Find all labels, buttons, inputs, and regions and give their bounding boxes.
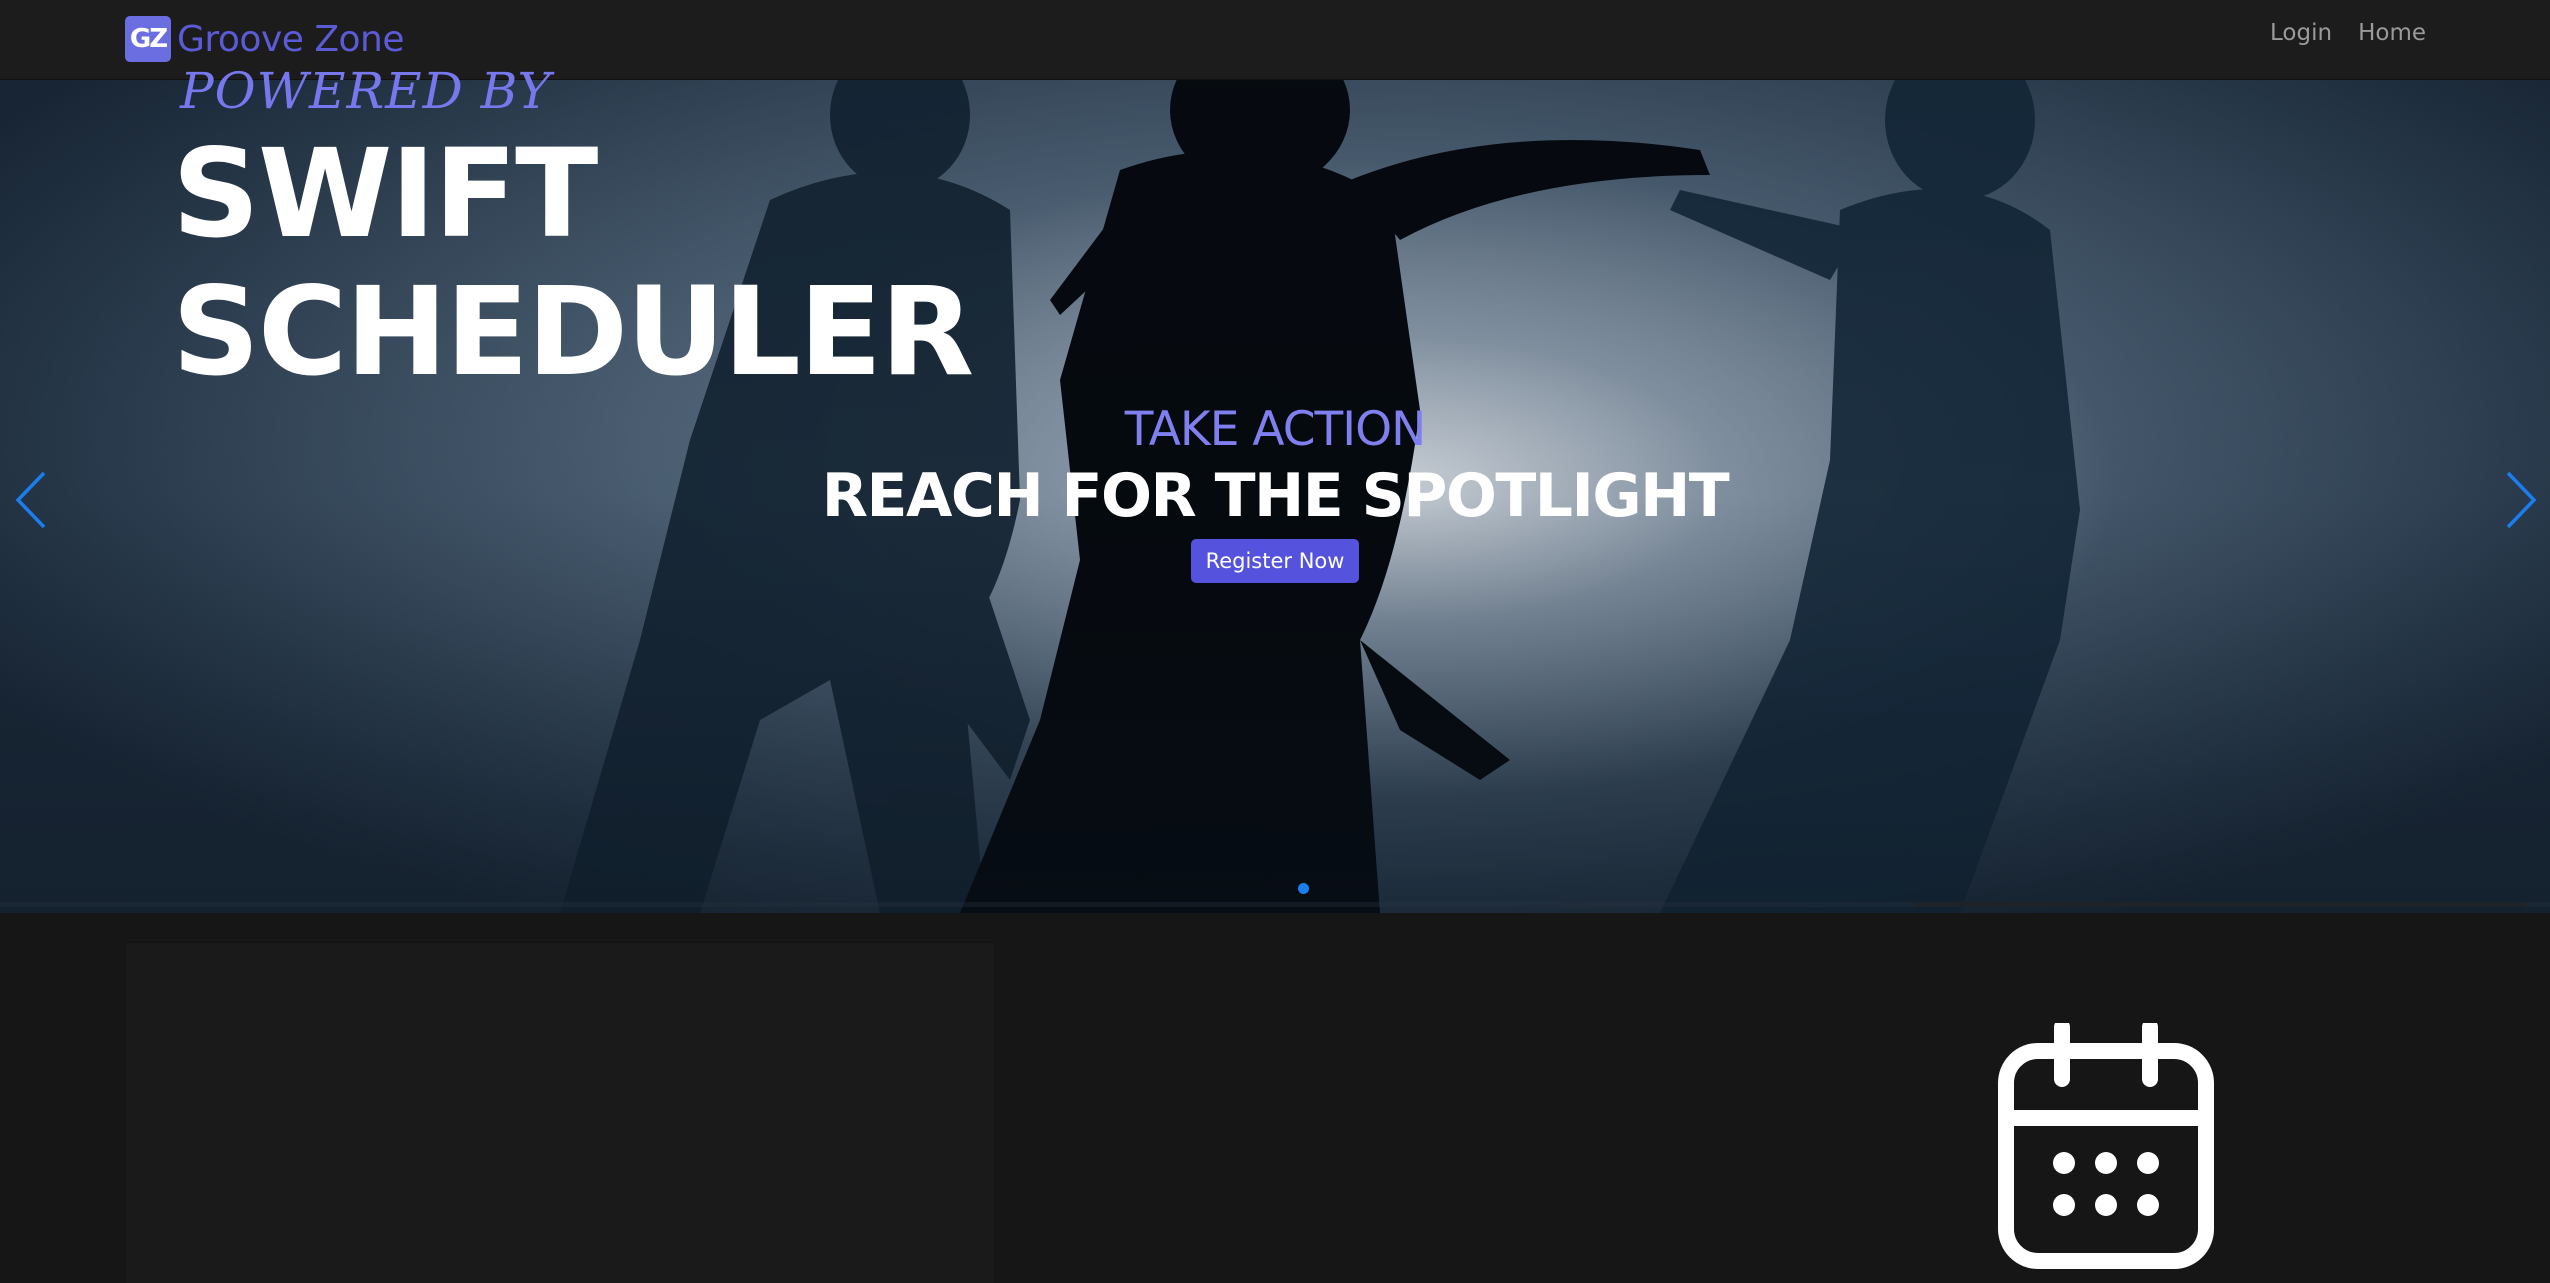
slide-progress-bar — [1915, 902, 2525, 907]
hero-kicker: TAKE ACTION — [1124, 402, 1427, 457]
feature-card — [126, 943, 994, 1283]
chevron-left-icon — [15, 471, 46, 529]
feature-title-line1: SWIFT — [172, 123, 598, 265]
carousel-next-button[interactable] — [2498, 465, 2542, 535]
nav-links: Login Home — [2270, 20, 2426, 46]
register-now-button[interactable]: Register Now — [1190, 539, 1360, 583]
feature-title-line2: SCHEDULER — [172, 261, 974, 403]
carousel-indicators — [1298, 883, 1309, 894]
calendar-icon — [1998, 1023, 2214, 1269]
nav-link-login[interactable]: Login — [2270, 20, 2332, 46]
brand-logo: GZ — [125, 16, 171, 62]
chevron-right-icon — [2506, 471, 2537, 529]
carousel-indicator[interactable] — [1298, 883, 1309, 894]
carousel-prev-button[interactable] — [10, 465, 54, 535]
feature-title: SWIFT SCHEDULER — [172, 125, 1072, 401]
hero-title: REACH FOR THE SPOTLIGHT — [821, 461, 1730, 531]
nav-link-home[interactable]: Home — [2358, 20, 2426, 46]
hero-caption: TAKE ACTION REACH FOR THE SPOTLIGHT Regi… — [0, 403, 2550, 583]
feature-kicker: POWERED BY — [180, 62, 552, 120]
brand-name: Groove Zone — [177, 18, 405, 60]
brand-link[interactable]: GZ Groove Zone — [125, 15, 405, 63]
